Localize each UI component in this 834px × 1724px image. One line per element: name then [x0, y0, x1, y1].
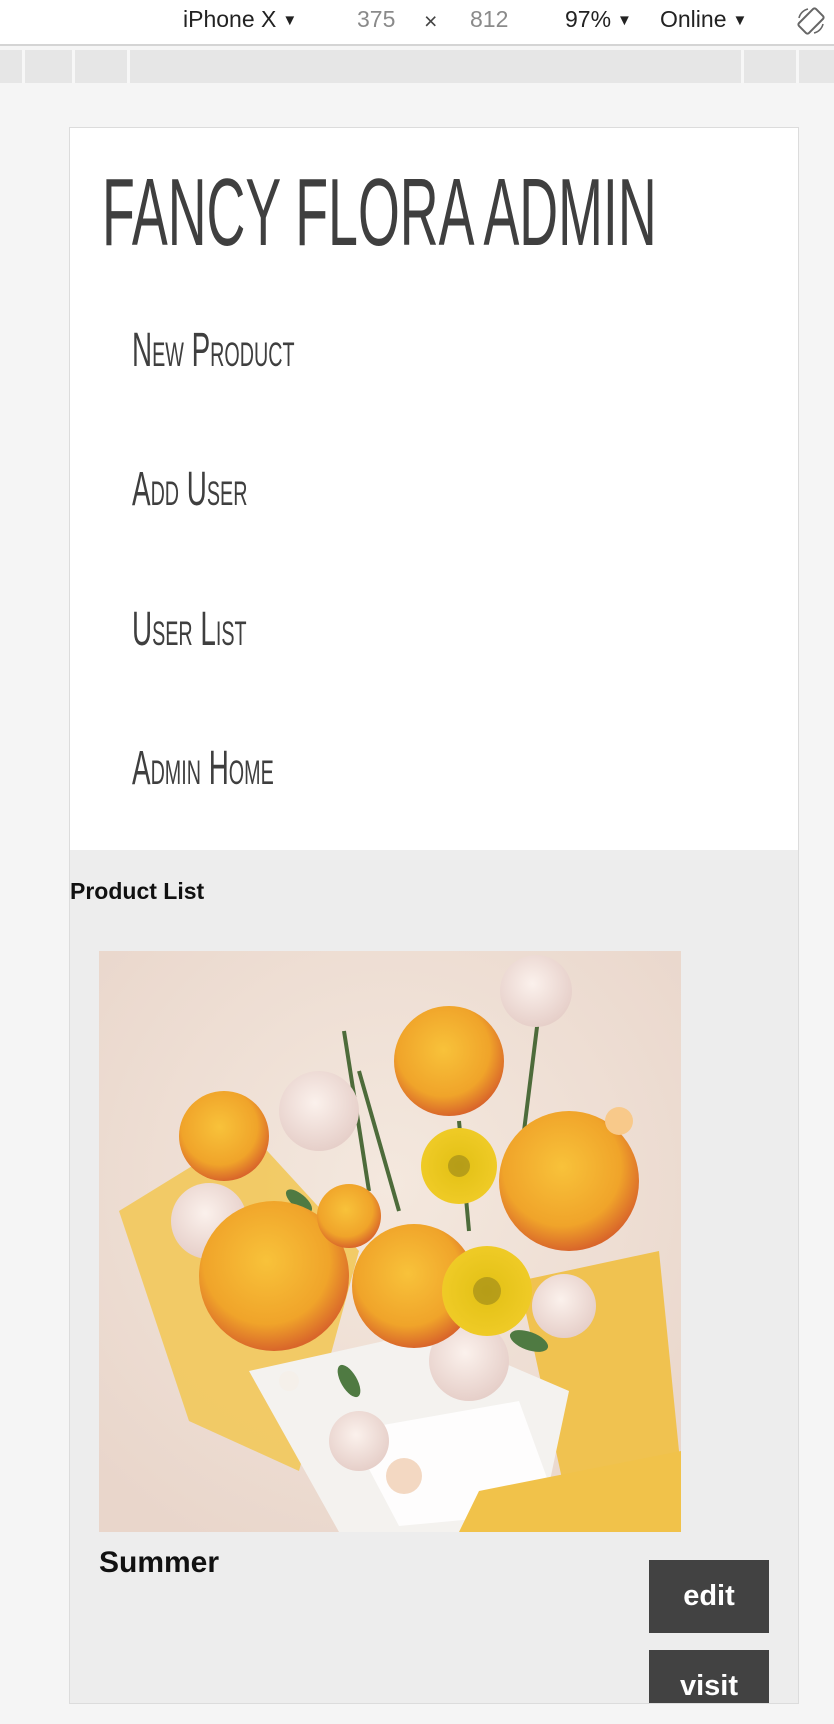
product-image — [99, 951, 681, 1532]
nav-new-product[interactable]: New Product — [132, 323, 295, 378]
media-query-bar — [0, 50, 834, 83]
site-title: FANCY FLORA ADMIN — [102, 159, 657, 266]
device-select[interactable]: iPhone X ▼ — [183, 6, 297, 33]
nav-add-user[interactable]: Add User — [132, 462, 247, 517]
media-query-segment[interactable] — [22, 50, 72, 83]
network-value: Online — [660, 6, 727, 32]
visit-button[interactable]: visit — [649, 1650, 769, 1703]
dimension-separator: × — [424, 8, 438, 34]
height-input[interactable]: 812 — [470, 6, 508, 33]
chevron-down-icon: ▼ — [732, 12, 748, 29]
product-name: Summer — [99, 1546, 220, 1579]
flower-bouquet-image — [99, 951, 681, 1532]
section-title: Product List — [70, 878, 205, 904]
media-query-segment[interactable] — [0, 50, 22, 83]
device-toolbar: iPhone X ▼ 375 × 812 97% ▼ Online ▼ — [0, 0, 834, 46]
media-query-segment[interactable] — [72, 50, 127, 83]
rotate-device-icon[interactable] — [796, 6, 826, 36]
media-query-segment[interactable] — [796, 50, 834, 83]
nav-admin-home[interactable]: Admin Home — [132, 741, 274, 796]
media-query-segment[interactable] — [741, 50, 796, 83]
zoom-select[interactable]: 97% ▼ — [565, 6, 632, 33]
edit-button[interactable]: edit — [649, 1560, 769, 1633]
network-throttle-select[interactable]: Online ▼ — [660, 6, 747, 33]
media-query-segment[interactable] — [127, 50, 741, 83]
device-viewport: FANCY FLORA ADMIN New Product Add User U… — [69, 127, 799, 1704]
width-input[interactable]: 375 — [357, 6, 395, 33]
nav-user-list[interactable]: User List — [132, 602, 247, 657]
chevron-down-icon: ▼ — [617, 12, 632, 29]
chevron-down-icon: ▼ — [282, 12, 298, 29]
admin-header: FANCY FLORA ADMIN New Product Add User U… — [70, 128, 798, 850]
zoom-value: 97% — [565, 6, 612, 32]
device-name: iPhone X — [183, 6, 277, 32]
